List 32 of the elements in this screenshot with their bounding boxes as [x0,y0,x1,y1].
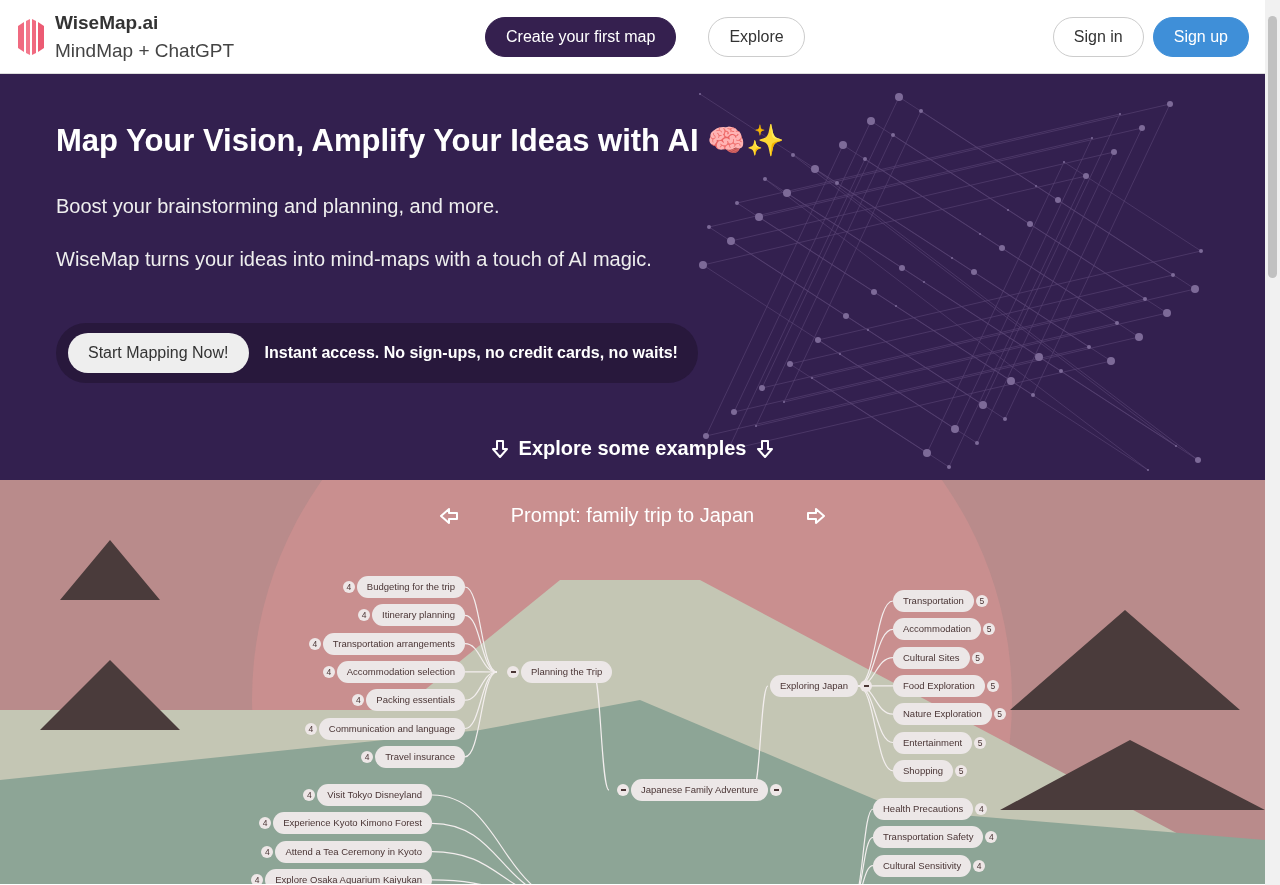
hero-text: Boost your brainstorming and planning, and more. [56,195,501,218]
cta-note: Instant access. No sign-ups, no credit cards, no waits! [264,344,678,362]
arrow-right-icon[interactable] [806,506,827,525]
brand-tagline: MindMap + ChatGPT [55,39,234,62]
mindmap-node[interactable]: Exploring Japan [770,675,859,697]
mindmap-node[interactable]: Budgeting for the trip [356,576,465,598]
prompt-text: Prompt: family trip to Japan [510,504,755,527]
mindmap-node[interactable]: Transportation [893,590,974,612]
hero-text: WiseMap turns your ideas into mind-maps with a touch of AI magic. [56,248,653,271]
mindmap-node[interactable]: Visit Tokyo Disneyland [317,784,432,806]
explore-examples-link[interactable]: Explore some examples [518,437,747,460]
mindmap-node[interactable]: Accommodation [893,618,982,641]
arrow-down-icon [490,438,509,459]
arrow-left-icon[interactable] [438,506,459,525]
mindmap-node[interactable]: Packing essentials [366,689,465,712]
mindmap-node[interactable]: Planning the Trip [521,661,613,683]
mindmap-node[interactable]: Itinerary planning [372,604,465,627]
brand-name: WiseMap.ai [55,11,160,34]
mindmap-node[interactable]: Health Precautions [873,798,974,820]
arrow-down-icon [756,438,775,459]
mindmap-node[interactable]: Experience Kyoto Kimono Forest [273,812,432,835]
child-count-badge[interactable]: 4 [251,873,264,884]
mindmap-node[interactable]: Japanese Family Adventure [631,779,769,801]
create-map-button[interactable]: Create your first map [485,16,677,57]
start-mapping-button[interactable]: Start Mapping Now! [68,333,249,373]
explore-button[interactable]: Explore [708,16,805,57]
mindmap-node[interactable]: Transportation Safety [873,826,984,849]
sign-in-button[interactable]: Sign in [1052,16,1144,57]
hero-title: Map Your Vision, Amplify Your Ideas with AI 🧠✨ [56,122,787,159]
mindmap-node[interactable]: Nature Exploration [893,703,992,726]
scrollbar[interactable] [1265,0,1280,885]
logo-icon [16,17,46,56]
